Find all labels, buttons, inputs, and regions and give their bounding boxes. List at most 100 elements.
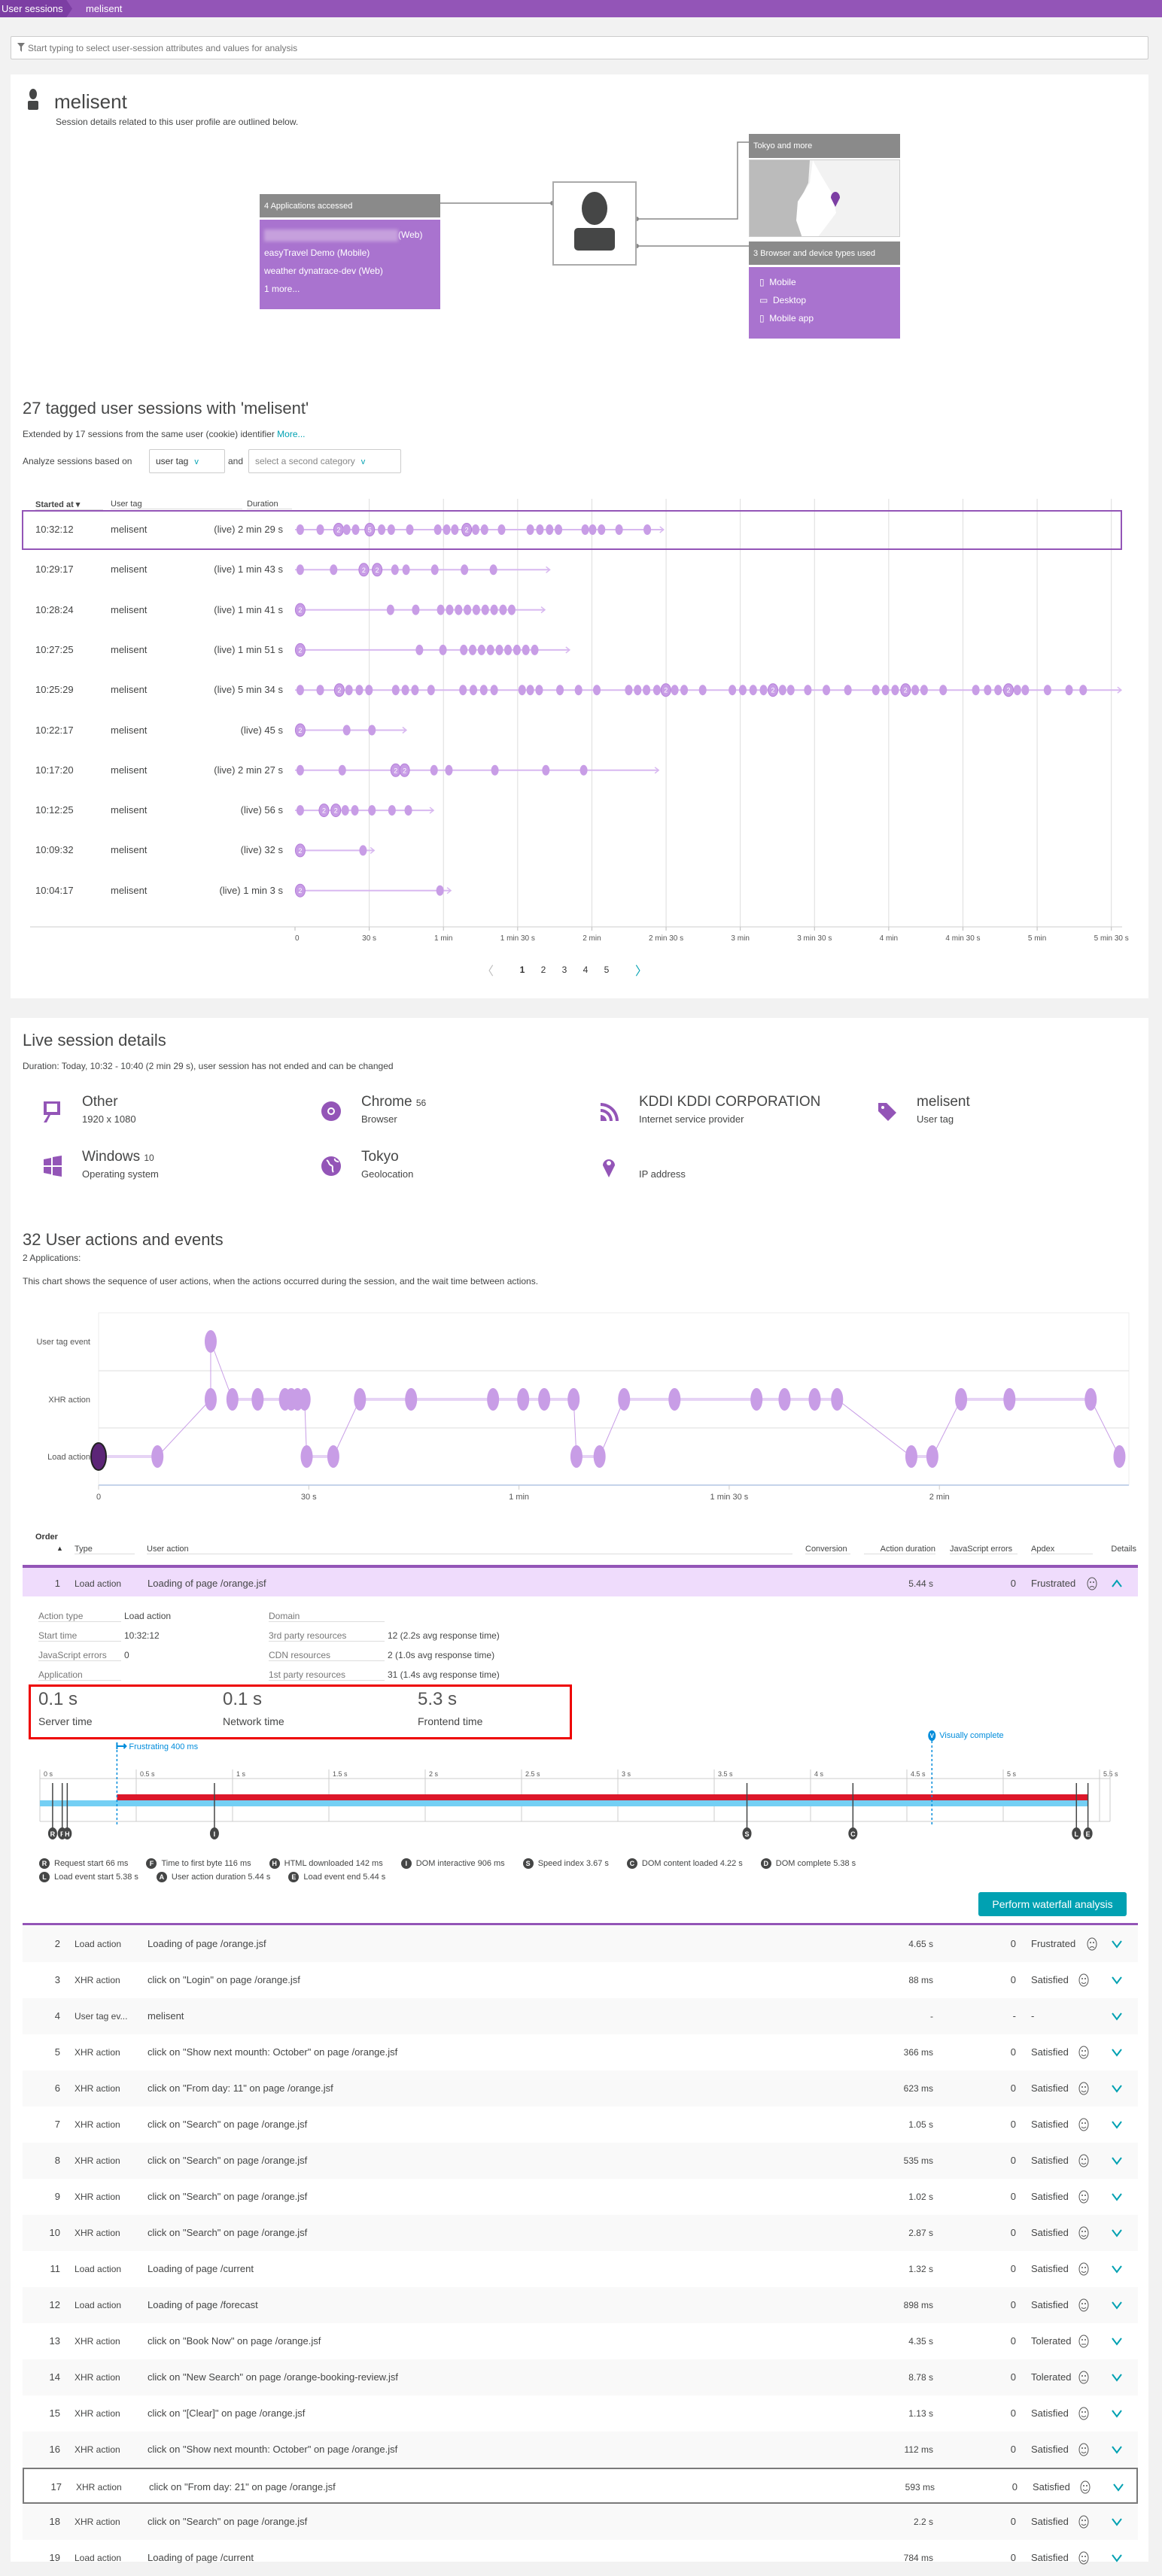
action-name[interactable]: Loading of page /current [148, 2540, 254, 2576]
action-dot [778, 1388, 791, 1411]
action-name[interactable]: click on "Search" on page /orange.jsf [148, 2179, 307, 2215]
chevron-down-icon[interactable] [1111, 2155, 1123, 2166]
action-name[interactable]: click on "Search" on page /orange.jsf [148, 2143, 307, 2179]
more-apps-link[interactable]: 1 more... [264, 280, 436, 298]
chevron-down-icon[interactable] [1111, 2336, 1123, 2347]
action-row[interactable]: 3 XHR action click on "Login" on page /o… [23, 1962, 1138, 1998]
chevron-down-icon[interactable] [1111, 2444, 1123, 2455]
action-row[interactable]: 11 Load action Loading of page /current … [23, 2251, 1138, 2287]
action-duration: 4.65 s [908, 1939, 933, 1949]
action-dot [926, 1445, 938, 1468]
tick-label: 2 min [583, 934, 601, 943]
action-name[interactable]: click on "Show next mounth: October" on … [148, 2432, 397, 2468]
action-row[interactable]: 5 XHR action click on "Show next mounth:… [23, 2034, 1138, 2070]
action-row[interactable]: 10 XHR action click on "Search" on page … [23, 2215, 1138, 2251]
action-js-errors: 0 [1010, 2227, 1016, 2238]
col-js-errors[interactable]: JavaScript errors [950, 1545, 1018, 1554]
col-action-duration[interactable]: Action duration [864, 1545, 935, 1554]
location-map[interactable] [749, 159, 900, 237]
user-actions-chart[interactable]: User tag event XHR action Load action 0 30 s… [0, 1309, 1162, 1512]
action-name[interactable]: click on "From day: 21" on page /orange.… [149, 2469, 336, 2505]
action-name[interactable]: click on "Search" on page /orange.jsf [148, 2107, 307, 2143]
action-row[interactable]: 8 XHR action click on "Search" on page /… [23, 2143, 1138, 2179]
chevron-down-icon[interactable] [1111, 2119, 1123, 2130]
chevron-down-icon[interactable] [1111, 1939, 1123, 1949]
chevron-down-icon[interactable] [1111, 2083, 1123, 2094]
col-apdex[interactable]: Apdex [1031, 1545, 1093, 1554]
action-row[interactable]: 17 XHR action click on "From day: 21" on… [23, 2468, 1138, 2504]
chevron-down-icon[interactable] [1111, 2517, 1123, 2527]
chevron-down-icon[interactable] [1111, 2047, 1123, 2058]
app-item[interactable]: (Web) [264, 226, 436, 244]
chevron-down-icon[interactable] [1111, 1975, 1123, 1985]
action-row[interactable]: 9 XHR action click on "Search" on page /… [23, 2179, 1138, 2215]
chevron-down-icon[interactable] [1111, 2011, 1123, 2022]
action-row[interactable]: 2 Load action Loading of page /orange.js… [23, 1926, 1138, 1962]
col-order[interactable]: Order [35, 1533, 58, 1542]
chevron-down-icon[interactable] [1111, 2408, 1123, 2419]
action-row[interactable]: 14 XHR action click on "New Search" on p… [23, 2359, 1138, 2395]
chevron-down-icon[interactable] [1111, 2228, 1123, 2238]
devices-list: ▯ Mobile ▭ Desktop ▯ Mobile app [749, 267, 900, 339]
action-name[interactable]: click on "[Clear]" on page /orange.jsf [148, 2395, 305, 2432]
page-1[interactable]: 1 [512, 964, 533, 975]
action-name[interactable]: click on "Search" on page /orange.jsf [148, 2215, 307, 2251]
action-apdex: Satisfied [1031, 2082, 1069, 2094]
more-link[interactable]: More... [277, 429, 305, 439]
breadcrumb-melisent[interactable]: melisent [86, 0, 122, 17]
sort-asc-icon[interactable]: ▲ [56, 1545, 63, 1552]
action-name[interactable]: click on "From day: 11" on page /orange.… [148, 2070, 333, 2107]
chevron-up-icon[interactable] [1111, 1578, 1123, 1589]
action-name[interactable]: melisent [148, 1998, 184, 2034]
action-row[interactable]: 1 Load action Loading of page /orange.js… [23, 1565, 1138, 1596]
action-row[interactable]: 15 XHR action click on "[Clear]" on page… [23, 2395, 1138, 2432]
chevron-down-icon[interactable] [1111, 2300, 1123, 2310]
col-type[interactable]: Type [75, 1545, 135, 1554]
action-row[interactable]: 16 XHR action click on "Show next mounth… [23, 2432, 1138, 2468]
action-row[interactable]: 18 XHR action click on "Search" on page … [23, 2504, 1138, 2540]
app-item[interactable]: easyTravel Demo (Mobile) [264, 244, 436, 262]
action-row[interactable]: 12 Load action Loading of page /forecast… [23, 2287, 1138, 2323]
action-name[interactable]: Loading of page /current [148, 2251, 254, 2287]
category2-dropdown[interactable]: select a second category v [248, 449, 401, 473]
app-item[interactable]: weather dynatrace-dev (Web) [264, 262, 436, 280]
action-name[interactable]: Loading of page /forecast [148, 2287, 258, 2323]
action-row[interactable]: 7 XHR action click on "Search" on page /… [23, 2107, 1138, 2143]
filter-input[interactable] [28, 37, 1134, 59]
tick-label: 30 s [301, 1493, 317, 1502]
action-name[interactable]: click on "Search" on page /orange.jsf [148, 2504, 307, 2540]
breadcrumb-user-sessions[interactable]: User sessions [0, 0, 72, 17]
session-filter[interactable] [11, 36, 1148, 59]
page-5[interactable]: 5 [596, 964, 617, 975]
action-name[interactable]: Loading of page /orange.jsf [148, 1568, 266, 1599]
action-js-errors: 0 [1010, 2299, 1016, 2310]
action-name[interactable]: click on "New Search" on page /orange-bo… [148, 2359, 398, 2395]
action-apdex: Satisfied [1031, 2119, 1069, 2130]
action-name[interactable]: click on "Login" on page /orange.jsf [148, 1962, 300, 1998]
action-row[interactable]: 13 XHR action click on "Book Now" on pag… [23, 2323, 1138, 2359]
chevron-down-icon[interactable] [1111, 2192, 1123, 2202]
action-dot [1084, 1388, 1097, 1411]
next-page-icon[interactable]: 〉 [617, 961, 647, 979]
waterfall-analysis-button[interactable]: Perform waterfall analysis [978, 1892, 1127, 1916]
action-name[interactable]: Loading of page /orange.jsf [148, 1926, 266, 1962]
page-2[interactable]: 2 [533, 964, 554, 975]
action-name[interactable]: click on "Show next mounth: October" on … [148, 2034, 397, 2070]
category1-dropdown[interactable]: user tag v [149, 449, 225, 473]
action-name[interactable]: click on "Book Now" on page /orange.jsf [148, 2323, 321, 2359]
page-4[interactable]: 4 [575, 964, 596, 975]
chevron-down-icon[interactable] [1112, 2482, 1124, 2492]
chevron-down-icon[interactable] [1111, 2264, 1123, 2274]
apdex-frustrated-icon [1084, 1576, 1100, 1591]
action-row[interactable]: 4 User tag ev... melisent - - - [23, 1998, 1138, 2034]
tick-label: 0.5 s [140, 1770, 155, 1778]
action-row[interactable]: 6 XHR action click on "From day: 11" on … [23, 2070, 1138, 2107]
detail-value: Load action [124, 1611, 172, 1621]
page-3[interactable]: 3 [554, 964, 575, 975]
prev-page-icon[interactable]: 〈 [482, 961, 512, 979]
col-user-action[interactable]: User action [147, 1545, 792, 1554]
chevron-down-icon[interactable] [1111, 2372, 1123, 2383]
col-conversion[interactable]: Conversion [805, 1545, 850, 1554]
action-row[interactable]: 19 Load action Loading of page /current … [23, 2540, 1138, 2576]
waterfall-timeline[interactable]: 0 s 0.5 s 1 s 1.5 s 2 s 2.5 s 3 s 3.5 s 4 s 4.5 s… [0, 1723, 1162, 1851]
